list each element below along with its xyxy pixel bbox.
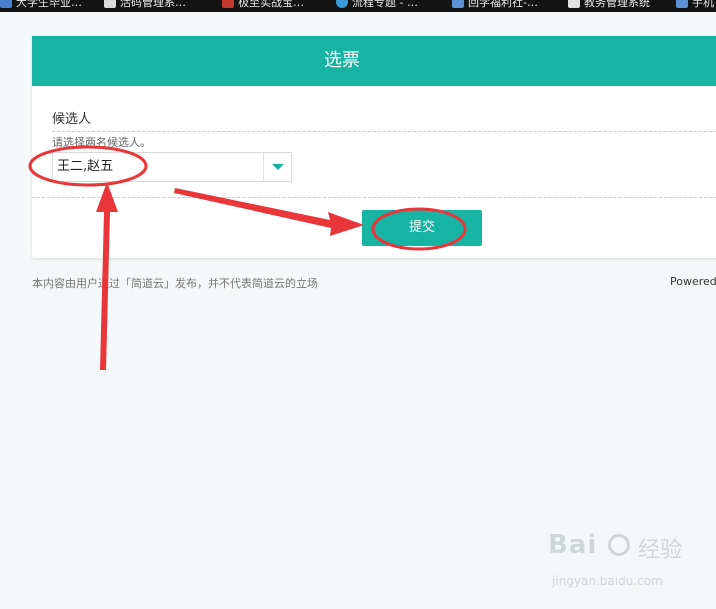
disclaimer-text: 本内容由用户通过「简道云」发布，并不代表简道云的立场 — [32, 277, 318, 290]
powered-by[interactable]: Powered — [670, 275, 716, 288]
bookmark-label: 流程专题 - … — [352, 0, 418, 9]
watermark-brand-cn: 经验 — [638, 538, 683, 563]
bookmarks-bar: 大学生毕业… 活码管理系… 极至实战宝… 流程专题 - … 回学福利社-… 教务… — [0, 0, 716, 12]
bookmark-label: 回学福利社-… — [468, 0, 538, 9]
page-icon — [0, 0, 12, 8]
bookmark-item[interactable]: 大学生毕业… — [0, 0, 82, 11]
watermark-brand: Bai — [548, 530, 598, 560]
chevron-down-icon[interactable] — [263, 153, 291, 181]
field-divider — [52, 131, 716, 132]
bookmark-item[interactable]: 教务管理系统 — [568, 0, 650, 11]
bookmark-item[interactable]: 活码管理系… — [104, 0, 186, 11]
submit-button[interactable]: 提交 — [362, 210, 482, 246]
bookmark-label: 大学生毕业… — [16, 0, 82, 9]
bookmark-label: 极至实战宝… — [238, 0, 304, 9]
bookmark-item[interactable]: 流程专题 - … — [336, 0, 418, 11]
form-title: 选票 — [32, 36, 716, 86]
home-icon — [452, 0, 464, 8]
baidu-watermark: Bai 经验 jingyan.baidu.com — [548, 530, 708, 596]
bookmark-item[interactable]: 回学福利社-… — [452, 0, 538, 11]
select-value: 王二,赵五 — [57, 159, 114, 174]
bookmark-label: 手机 — [692, 0, 714, 9]
form-card: 选票 候选人 请选择两名候选人。 王二,赵五 提交 — [32, 36, 716, 258]
watermark-url: jingyan.baidu.com — [552, 574, 663, 588]
footer-divider — [32, 197, 716, 198]
globe-icon — [336, 0, 348, 8]
doc-icon — [568, 0, 580, 8]
field-label: 候选人 — [52, 112, 92, 127]
bird-icon — [222, 0, 234, 8]
bookmark-label: 教务管理系统 — [584, 0, 650, 9]
bookmark-item[interactable]: 手机 — [676, 0, 714, 11]
paw-icon — [608, 534, 630, 556]
bookmark-item[interactable]: 极至实战宝… — [222, 0, 304, 11]
candidate-select[interactable]: 王二,赵五 — [52, 152, 292, 182]
home-icon — [676, 0, 688, 8]
app-icon — [104, 0, 116, 8]
field-description: 请选择两名候选人。 — [52, 136, 151, 149]
bookmark-label: 活码管理系… — [120, 0, 186, 9]
